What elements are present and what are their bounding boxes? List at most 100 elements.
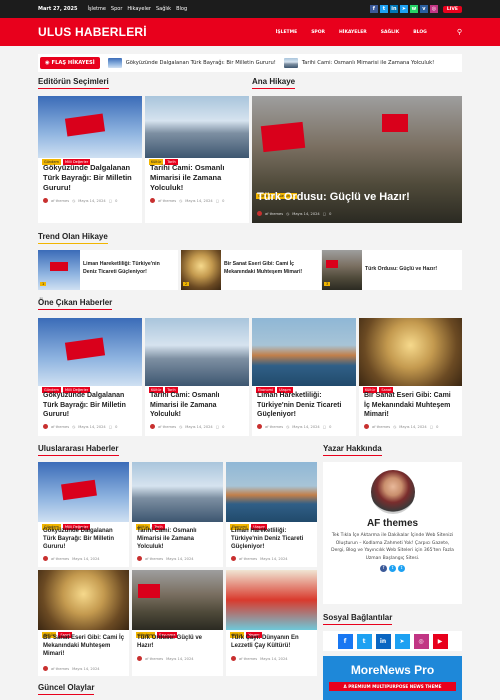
card-title[interactable]: Tarihi Cami: Osmanlı Mimarisi ile Zamana… — [150, 391, 245, 420]
author-name[interactable]: af themes — [158, 199, 176, 203]
trend-rank: 1 — [40, 282, 47, 286]
card-title[interactable]: Bir Sanat Eseri Gibi: Cami İç Mekanındak… — [364, 391, 458, 420]
linkedin-icon[interactable]: in — [389, 5, 398, 13]
trend-item[interactable]: 3 Türk Ordusu: Güçlü ve Hazır! — [322, 250, 462, 290]
trend-item[interactable]: 2 Bir Sanat Eseri Gibi: Cami İç Mekanınd… — [181, 250, 321, 290]
post-date: Mayıs 14, 2024 — [78, 424, 106, 429]
post-date: Mayıs 14, 2024 — [72, 556, 100, 561]
author-name[interactable]: af themes — [158, 425, 176, 429]
card-title[interactable]: Gökyüzünde Dalgalanan Türk Bayrağı: Bir … — [43, 391, 138, 420]
twitter-icon[interactable]: t — [398, 565, 405, 573]
editor-card[interactable]: Gündem Milli Değerler Gökyüzünde Dalgalan… — [38, 96, 142, 223]
twitter-icon[interactable]: t — [356, 633, 372, 649]
promo-subtitle: A PREMIUM MULTIPURPOSE NEWS THEME — [329, 682, 456, 691]
author-widget: AF themes Tek Tıkla İçe Aktarma ile Daki… — [323, 462, 462, 604]
twitter-icon[interactable]: t — [379, 5, 388, 13]
section-title-social: Sosyal Bağlantılar — [323, 613, 393, 625]
avatar — [137, 556, 142, 561]
author-name[interactable]: af themes — [265, 425, 283, 429]
card-title[interactable]: Liman Hareketliliği: Türkiye'nin Deniz T… — [231, 527, 313, 551]
featured-card[interactable]: Gündem Milli Değerler Gökyüzünde Dalgalan… — [38, 318, 142, 436]
avatar — [43, 198, 48, 203]
main-story-card[interactable]: Gündem Savunma Türk Ordusu: Güçlü ve Hazı… — [252, 96, 462, 223]
top-link-saglik[interactable]: Sağlık — [156, 6, 171, 12]
twitter-icon[interactable]: t — [389, 565, 396, 573]
trend-title[interactable]: Türk Ordusu: Güçlü ve Hazır! — [365, 266, 458, 274]
author-name[interactable]: af themes — [51, 199, 69, 203]
author-name[interactable]: af themes — [145, 657, 163, 661]
ticker-item[interactable]: Tarihi Cami: Osmanlı Mimarisi ile Zamana… — [283, 58, 434, 68]
top-link-spor[interactable]: Spor — [111, 6, 122, 12]
author-name[interactable]: af themes — [51, 557, 69, 561]
top-link-blog[interactable]: Blog — [176, 6, 187, 12]
nav-hikayeler[interactable]: HİKAYELER — [339, 30, 367, 35]
section-title-international: Uluslararası Haberler — [38, 444, 119, 456]
flash-badge: ◉ FLAŞ HİKAYESİ — [40, 57, 100, 69]
author-name[interactable]: af themes — [51, 667, 69, 671]
editor-card[interactable]: Kültür Tarih Tarihi Cami: Osmanlı Mimaris… — [145, 96, 249, 223]
intl-card[interactable]: Kültür Yaşam Türk Çayı: Dünyanın En Lezze… — [226, 570, 317, 676]
featured-card[interactable]: Kültür Sanat Bir Sanat Eseri Gibi: Cami İ… — [359, 318, 462, 436]
facebook-icon[interactable]: f — [380, 565, 387, 573]
card-title[interactable]: Gökyüzünde Dalgalanan Türk Bayrağı: Bir … — [43, 527, 125, 551]
facebook-icon[interactable]: f — [369, 5, 378, 13]
featured-card[interactable]: Ekonomi Ulaşım Liman Hareketliliği: Türki… — [252, 318, 356, 436]
featured-card[interactable]: Kültür Tarih Tarihi Cami: Osmanlı Mimaris… — [145, 318, 249, 436]
author-name[interactable]: af themes — [372, 425, 390, 429]
card-title[interactable]: Türk Çayı: Dünyanın En Lezzetli Çay Kült… — [231, 634, 313, 650]
telegram-icon[interactable]: ➤ — [394, 633, 410, 649]
nav-isletme[interactable]: İŞLETME — [276, 30, 297, 35]
search-icon[interactable]: ⚲ — [457, 28, 462, 36]
comment-icon: ▢ — [429, 424, 434, 429]
youtube-icon[interactable]: ▶ — [432, 633, 448, 649]
card-title[interactable]: Tarihi Cami: Osmanlı Mimarisi ile Zamana… — [150, 163, 245, 193]
card-title[interactable]: Türk Ordusu: Güçlü ve Hazır! — [137, 634, 219, 650]
ticker-item[interactable]: Gökyüzünde Dalgalanan Türk Bayrağı: Bir … — [107, 58, 276, 68]
instagram-icon[interactable]: ◎ — [413, 633, 429, 649]
top-social-icons: f t in ➤ w v ◎ LIVE — [369, 5, 462, 13]
instagram-icon[interactable]: ◎ — [429, 5, 438, 13]
site-header: ULUS HABERLERİ İŞLETME SPOR HİKAYELER SA… — [0, 18, 500, 46]
top-link-hikayeler[interactable]: Hikayeler — [127, 6, 151, 12]
comment-count: 0 — [329, 424, 332, 429]
intl-card[interactable]: Kültür Tarih Tarihi Cami: Osmanlı Mimaris… — [132, 462, 223, 567]
author-name[interactable]: af themes — [239, 557, 257, 561]
main-story-title[interactable]: Türk Ordusu: Güçlü ve Hazır! — [257, 191, 458, 204]
current-date: Mart 27, 2025 — [38, 6, 78, 12]
card-title[interactable]: Liman Hareketliliği: Türkiye'nin Deniz T… — [257, 391, 352, 420]
intl-card[interactable]: Gündem Savunma Türk Ordusu: Güçlü ve Hazı… — [132, 570, 223, 676]
linkedin-icon[interactable]: in — [375, 633, 391, 649]
intl-card[interactable]: Kültür Sanat Bir Sanat Eseri Gibi: Cami İ… — [38, 570, 129, 676]
author-name[interactable]: af themes — [51, 425, 69, 429]
trend-title[interactable]: Bir Sanat Eseri Gibi: Cami İç Mekanındak… — [224, 261, 317, 276]
ticker-item-text: Gökyüzünde Dalgalanan Türk Bayrağı: Bir … — [125, 60, 276, 66]
trend-item[interactable]: 1 Liman Hareketliliği: Türkiye'nin Deniz… — [38, 250, 178, 290]
author-name[interactable]: af themes — [239, 657, 257, 661]
author-name[interactable]: af themes — [145, 557, 163, 561]
nav-saglik[interactable]: SAĞLIK — [381, 30, 399, 35]
clock-icon: ◷ — [179, 424, 183, 429]
clock-icon: ◷ — [72, 198, 76, 203]
trend-title[interactable]: Liman Hareketliliği: Türkiye'nin Deniz T… — [83, 261, 174, 276]
nav-blog[interactable]: BLOG — [413, 30, 427, 35]
author-name[interactable]: af themes — [265, 212, 283, 216]
intl-card[interactable]: Ekonomi Ulaşım Liman Hareketliliği: Türki… — [226, 462, 317, 567]
card-meta: af themes ◷ Mayıs 14, 2024 ▢ 0 — [150, 424, 224, 429]
nav-spor[interactable]: SPOR — [311, 30, 325, 35]
comment-count: 0 — [329, 211, 332, 216]
card-title[interactable]: Tarihi Cami: Osmanlı Mimarisi ile Zamana… — [137, 527, 219, 551]
telegram-icon[interactable]: ➤ — [399, 5, 408, 13]
promo-banner[interactable]: MoreNews Pro A PREMIUM MULTIPURPOSE NEWS… — [323, 656, 462, 700]
card-title[interactable]: Gökyüzünde Dalgalanan Türk Bayrağı: Bir … — [43, 163, 138, 193]
facebook-icon[interactable]: f — [337, 633, 353, 649]
card-title[interactable]: Bir Sanat Eseri Gibi: Cami İç Mekanındak… — [43, 634, 125, 658]
post-date: Mayıs 14, 2024 — [166, 656, 194, 661]
whatsapp-icon[interactable]: w — [409, 5, 418, 13]
vk-icon[interactable]: v — [419, 5, 428, 13]
top-link-isletme[interactable]: İşletme — [87, 6, 105, 12]
post-date: Mayıs 14, 2024 — [166, 556, 194, 561]
post-date: Mayıs 14, 2024 — [260, 556, 288, 561]
intl-card[interactable]: Gündem Milli Değerler Gökyüzünde Dalgalan… — [38, 462, 129, 567]
site-logo[interactable]: ULUS HABERLERİ — [38, 25, 147, 39]
live-button[interactable]: LIVE — [442, 5, 462, 13]
